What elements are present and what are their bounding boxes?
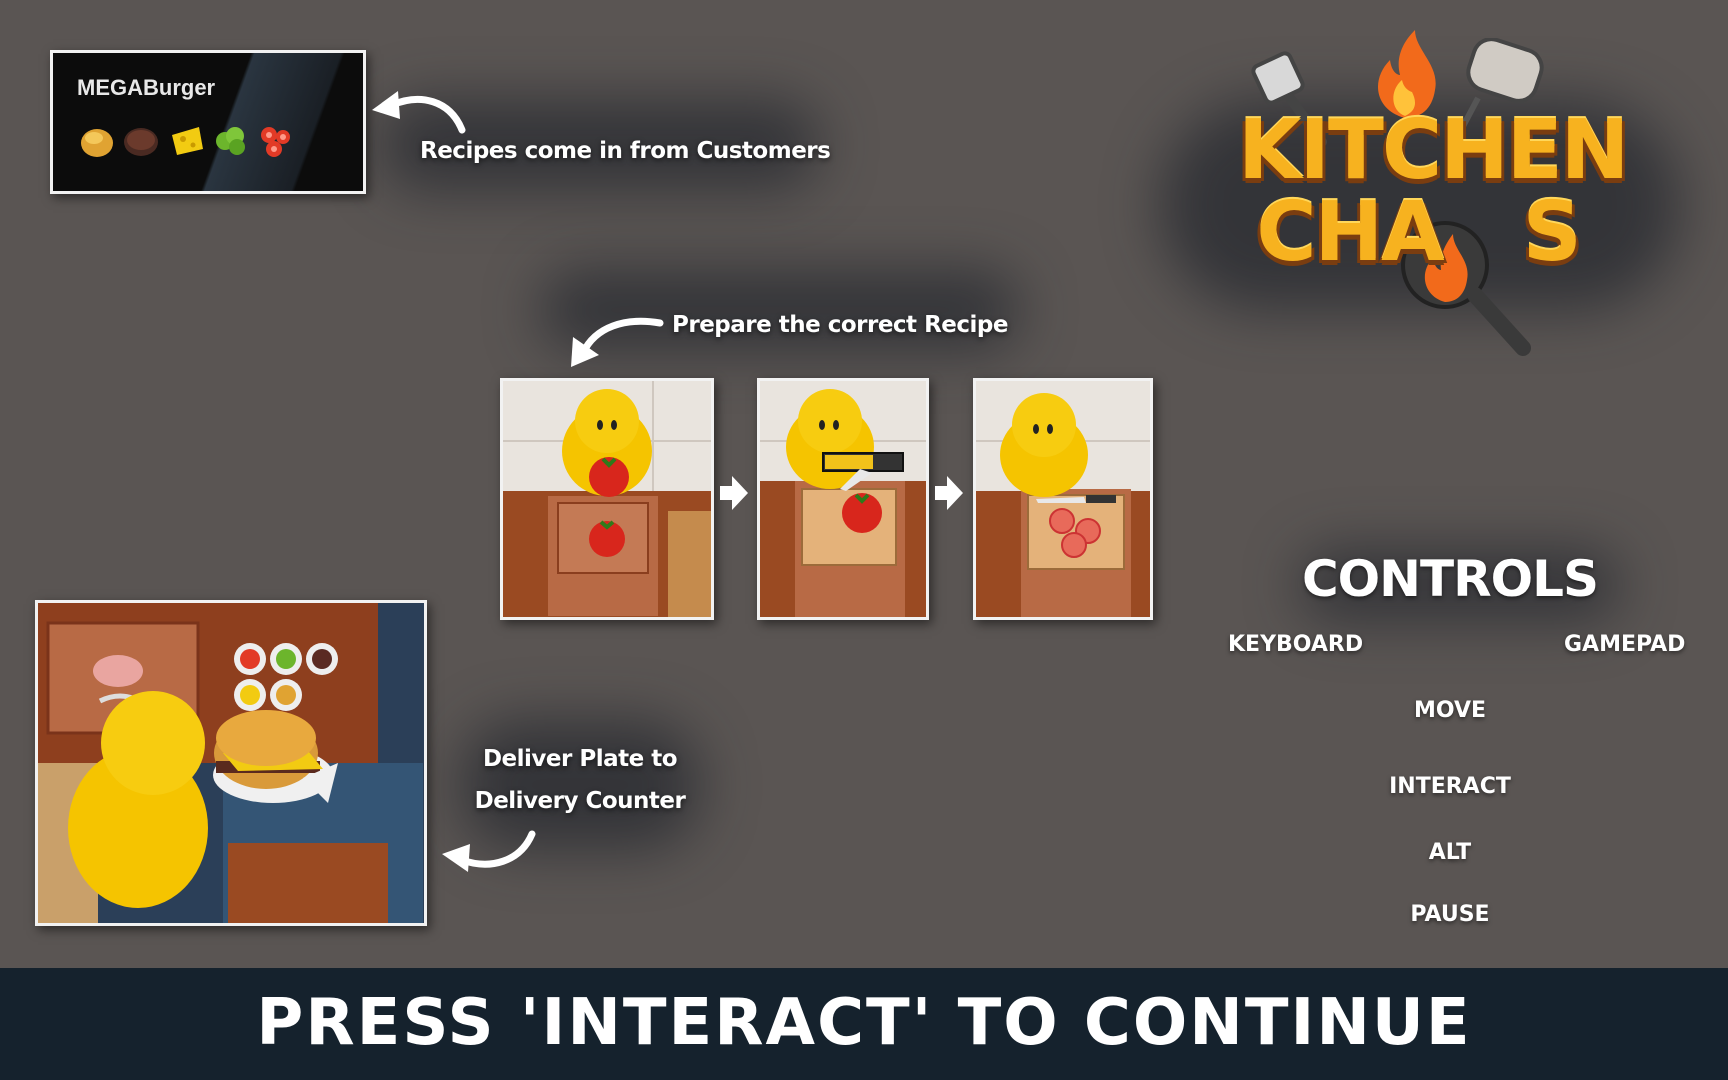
patty-icon	[124, 128, 158, 156]
bun-icon	[81, 129, 113, 157]
gamepad-label: GAMEPAD	[1564, 632, 1686, 657]
logo-title: KITCHEN CHA S	[1238, 103, 1629, 274]
cheese-icon	[172, 127, 203, 155]
logo-line1: KITCHEN	[1238, 103, 1629, 198]
curved-arrow-icon	[372, 91, 466, 134]
recipe-title: MEGABurger	[77, 75, 216, 100]
recipe-card: MEGABurger	[50, 50, 366, 194]
control-interact: INTERACT	[1389, 774, 1511, 799]
caption-deliver-line1: Deliver Plate to	[482, 746, 678, 772]
deliver-screenshot	[35, 600, 427, 926]
control-alt: ALT	[1428, 840, 1472, 865]
arrow-right-icon	[935, 476, 963, 510]
curved-arrow-icon	[442, 830, 536, 872]
continue-prompt[interactable]: PRESS 'INTERACT' TO CONTINUE	[0, 986, 1728, 1060]
caption-recipes: Recipes come in from Customers	[420, 138, 831, 164]
control-move: MOVE	[1413, 698, 1487, 723]
prepare-step-3	[973, 378, 1153, 620]
prepare-step-2	[757, 378, 929, 620]
controls-title: CONTROLS	[1301, 550, 1599, 608]
caption-prepare: Prepare the correct Recipe	[672, 312, 1008, 338]
keyboard-label: KEYBOARD	[1228, 632, 1364, 657]
caption-deliver-line2: Delivery Counter	[474, 788, 686, 814]
prepare-step-1	[500, 378, 714, 620]
curved-arrow-icon	[571, 317, 664, 367]
logo-line2-end: S	[1522, 185, 1582, 280]
lettuce-icon	[216, 127, 245, 155]
logo-line2: CHA	[1256, 185, 1444, 280]
arrow-right-icon	[720, 476, 748, 510]
tomato-icon	[261, 127, 290, 157]
control-pause: PAUSE	[1410, 902, 1490, 927]
